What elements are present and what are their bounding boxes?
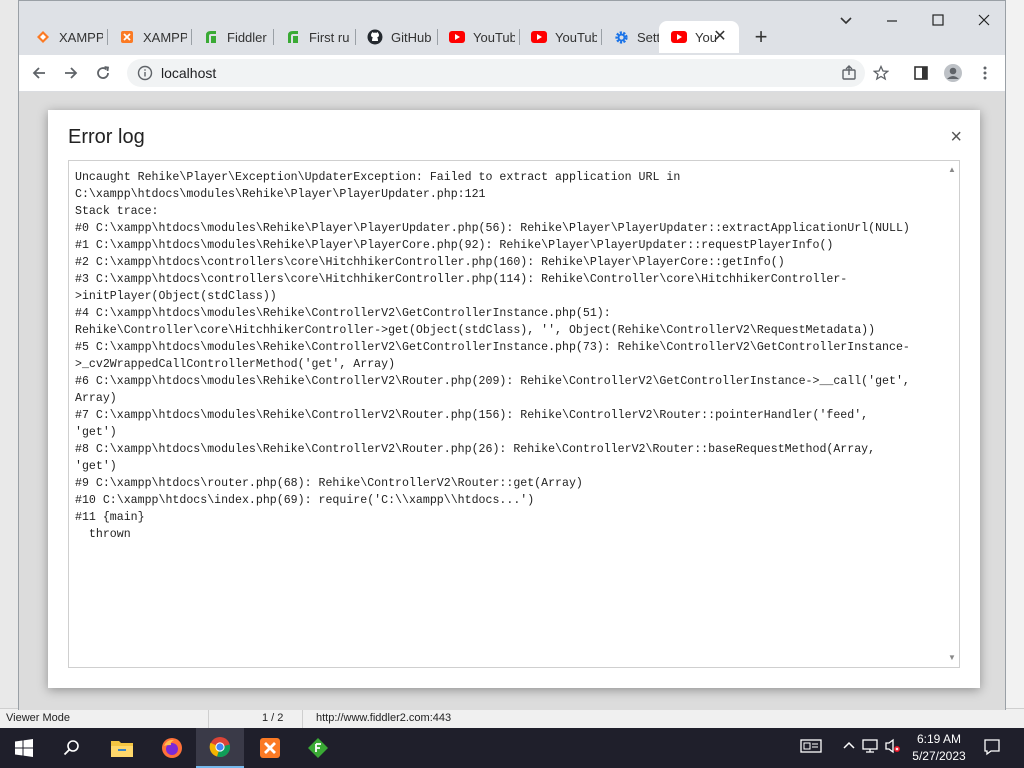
fiddler-icon (285, 29, 301, 45)
page-counter: 1 / 2 (262, 712, 284, 724)
tab-strip: XAMPP XAMPP Fiddler First ru GitHub YouT… (19, 1, 1005, 55)
viewer-mode-label: Viewer Mode (6, 712, 70, 724)
status-divider (302, 709, 303, 729)
xampp-icon (35, 29, 51, 45)
maximize-button[interactable] (923, 13, 953, 37)
status-divider (208, 709, 209, 729)
tab-youtube-1[interactable]: YouTub (437, 21, 515, 53)
bookmark-star-icon[interactable] (869, 61, 893, 85)
profile-avatar-icon[interactable] (941, 61, 965, 85)
youtube-icon (671, 29, 687, 45)
youtube-icon (449, 29, 465, 45)
status-url: http://www.fiddler2.com:443 (316, 712, 452, 724)
desktop-background-left (0, 0, 19, 728)
tab-label: YouTub (473, 29, 515, 45)
tab-xampp-1[interactable]: XAMPP (23, 21, 103, 53)
side-panel-icon[interactable] (909, 61, 933, 85)
desktop-background-right (1006, 0, 1024, 728)
tab-xampp-2[interactable]: XAMPP (107, 21, 187, 53)
error-log-textarea[interactable]: Uncaught Rehike\Player\Exception\Updater… (68, 160, 960, 668)
info-icon[interactable] (137, 65, 153, 81)
chrome-icon[interactable] (196, 728, 244, 768)
error-log-text[interactable]: Uncaught Rehike\Player\Exception\Updater… (75, 169, 941, 543)
close-window-button[interactable] (969, 13, 999, 37)
back-button[interactable] (27, 61, 51, 85)
file-explorer-icon[interactable] (98, 728, 146, 768)
xampp-icon (119, 29, 135, 45)
youtube-icon (531, 29, 547, 45)
close-tab-icon[interactable]: ✕ (711, 28, 729, 46)
gear-icon (613, 29, 629, 45)
search-icon[interactable] (48, 728, 96, 768)
notification-icon[interactable] (982, 738, 1002, 756)
tab-label: Fiddler (227, 29, 267, 45)
chevron-up-icon[interactable] (840, 738, 858, 756)
new-tab-button[interactable]: + (749, 26, 773, 50)
dialog-title: Error log (68, 126, 145, 148)
close-icon[interactable]: × (950, 126, 962, 149)
action-center-display-icon[interactable] (800, 738, 822, 756)
tab-first-run[interactable]: First ru (273, 21, 351, 53)
system-clock[interactable]: 6:19 AM 5/27/2023 (908, 731, 970, 765)
minimize-button[interactable] (877, 13, 907, 37)
address-bar[interactable]: localhost (127, 59, 865, 87)
xampp-icon[interactable] (246, 728, 294, 768)
tab-youtube-active[interactable]: You ✕ (659, 21, 739, 53)
tab-label: First ru (309, 29, 350, 45)
tab-search-chevron-icon[interactable] (831, 13, 861, 37)
reload-button[interactable] (91, 61, 115, 85)
clock-date: 5/27/2023 (912, 749, 966, 763)
volume-muted-icon[interactable] (884, 738, 902, 756)
tab-label: YouTub (555, 29, 597, 45)
background-status-bar: Viewer Mode 1 / 2 http://www.fiddler2.co… (0, 708, 1024, 729)
tab-label: XAMPP (59, 29, 103, 45)
error-log-dialog: Error log × Uncaught Rehike\Player\Excep… (48, 110, 980, 688)
browser-toolbar: localhost (19, 55, 1005, 92)
windows-start-icon[interactable] (0, 728, 48, 768)
clock-time: 6:19 AM (916, 732, 962, 746)
scroll-up-arrow-icon[interactable]: ▲ (947, 165, 957, 175)
scroll-down-arrow-icon[interactable]: ▼ (947, 653, 957, 663)
github-icon (367, 29, 383, 45)
tab-youtube-2[interactable]: YouTub (519, 21, 597, 53)
tab-label: GitHub (391, 29, 432, 45)
tab-fiddler[interactable]: Fiddler (191, 21, 269, 53)
fiddler-icon[interactable] (294, 728, 342, 768)
fiddler-icon (203, 29, 219, 45)
network-icon[interactable] (862, 738, 880, 756)
tab-github[interactable]: GitHub (355, 21, 433, 53)
share-icon[interactable] (837, 61, 861, 85)
forward-button[interactable] (59, 61, 83, 85)
tab-label: XAMPP (143, 29, 187, 45)
menu-kebab-icon[interactable] (973, 61, 997, 85)
firefox-icon[interactable] (148, 728, 196, 768)
address-text[interactable]: localhost (161, 65, 216, 81)
windows-taskbar: 6:19 AM 5/27/2023 (0, 728, 1024, 768)
